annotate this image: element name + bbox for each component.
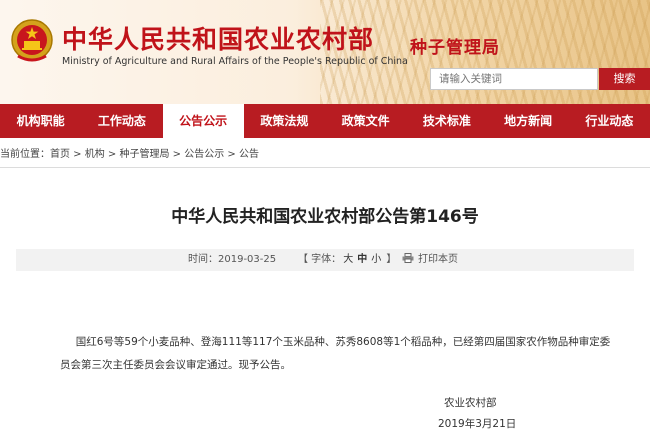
- search-button[interactable]: 搜索: [599, 68, 650, 90]
- font-size-selector: 【 字体：大中小 】: [298, 249, 396, 271]
- nav-item-tech-standards[interactable]: 技术标准: [406, 104, 487, 138]
- breadcrumb-link-home[interactable]: 首页: [50, 149, 70, 160]
- article-body: 国红6号等59个小麦品种、登海111等117个玉米品种、苏秀8608等1个稻品种…: [60, 336, 611, 371]
- font-size-large-button[interactable]: 大: [343, 254, 353, 265]
- article-time: 时间：2019-03-25: [188, 249, 276, 271]
- breadcrumb: 当前位置：首页 > 机构 > 种子管理局 > 公告公示 > 公告: [0, 148, 650, 162]
- site-header: 中华人民共和国农业农村部 Ministry of Agriculture and…: [0, 0, 650, 104]
- font-size-medium-button[interactable]: 中: [357, 254, 367, 265]
- font-close: 】: [383, 254, 397, 265]
- breadcrumb-separator: >: [70, 149, 85, 160]
- breadcrumb-separator: >: [104, 149, 120, 160]
- search-input[interactable]: [430, 68, 598, 90]
- breadcrumb-separator: >: [169, 149, 185, 160]
- time-value: 2019-03-25: [218, 254, 277, 265]
- font-label: 【 字体：: [298, 254, 342, 265]
- bureau-name[interactable]: 种子管理局: [410, 33, 500, 58]
- print-label: 打印本页: [418, 254, 458, 265]
- breadcrumb-prefix: 当前位置：: [0, 149, 50, 160]
- nav-item-laws[interactable]: 政策法规: [244, 104, 325, 138]
- site-subtitle: Ministry of Agriculture and Rural Affair…: [62, 56, 408, 67]
- breadcrumb-divider: [0, 167, 650, 168]
- article-meta-bar: 时间：2019-03-25 【 字体：大中小 】 打印本页: [16, 249, 634, 271]
- article-title: 中华人民共和国农业农村部公告第146号: [171, 207, 479, 227]
- nav-item-industry-news[interactable]: 行业动态: [569, 104, 650, 138]
- signature-organization: 农业农村部: [444, 397, 497, 409]
- site-title[interactable]: 中华人民共和国农业农村部: [62, 20, 374, 56]
- nav-item-institution[interactable]: 机构职能: [0, 104, 81, 138]
- breadcrumb-separator: >: [224, 149, 239, 160]
- print-page-button[interactable]: 打印本页: [402, 249, 458, 271]
- nav-item-local-news[interactable]: 地方新闻: [488, 104, 569, 138]
- breadcrumb-link-announcements[interactable]: 公告公示: [184, 149, 224, 160]
- nav-item-announcements[interactable]: 公告公示: [162, 104, 244, 138]
- breadcrumb-link-institution[interactable]: 机构: [85, 149, 105, 160]
- breadcrumb-link-seed-bureau[interactable]: 种子管理局: [120, 149, 170, 160]
- signature-date: 2019年3月21日: [438, 418, 517, 430]
- nav-item-work-news[interactable]: 工作动态: [81, 104, 162, 138]
- printer-icon: [402, 253, 414, 263]
- nav-item-policy-docs[interactable]: 政策文件: [325, 104, 406, 138]
- breadcrumb-link-notice[interactable]: 公告: [239, 149, 259, 160]
- main-nav: 机构职能 工作动态 公告公示 政策法规 政策文件 技术标准 地方新闻 行业动态: [0, 104, 650, 138]
- time-label: 时间：: [188, 254, 218, 265]
- national-emblem-icon: [11, 19, 53, 62]
- font-size-small-button[interactable]: 小: [371, 254, 381, 265]
